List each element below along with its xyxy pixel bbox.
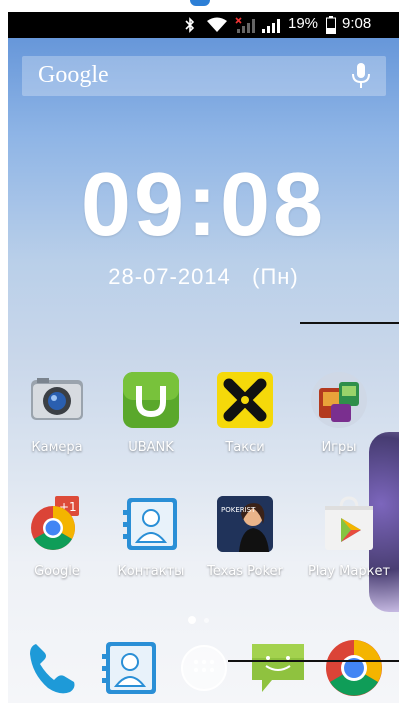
taxi-icon bbox=[215, 370, 275, 430]
app-texas-poker[interactable]: POKERIST Texas Poker bbox=[200, 494, 290, 579]
phone-icon[interactable] bbox=[22, 638, 82, 698]
camera-icon bbox=[27, 370, 87, 430]
app-ubank[interactable]: UBANK bbox=[106, 370, 196, 455]
app-label: Такси bbox=[225, 440, 265, 455]
app-label: Контакты bbox=[117, 564, 185, 579]
contacts-icon[interactable] bbox=[100, 638, 160, 698]
app-play-market[interactable]: Play Маркет bbox=[304, 494, 394, 579]
svg-text:POKERIST: POKERIST bbox=[221, 506, 256, 514]
bluetooth-icon bbox=[183, 16, 197, 34]
page-dot[interactable] bbox=[188, 616, 196, 624]
signal-icon bbox=[260, 16, 282, 34]
top-marker bbox=[190, 0, 210, 6]
app-label: Texas Poker bbox=[207, 564, 283, 579]
annotation-line bbox=[228, 660, 399, 662]
page-dot[interactable] bbox=[204, 618, 209, 623]
date-text: 28-07-2014 bbox=[108, 264, 231, 289]
app-label: Игры bbox=[321, 440, 357, 455]
app-camera[interactable]: Камера bbox=[12, 370, 102, 455]
messaging-icon[interactable] bbox=[248, 638, 308, 698]
app-taxi[interactable]: Такси bbox=[200, 370, 290, 455]
signal-no-sim-icon bbox=[235, 16, 255, 34]
microphone-icon[interactable] bbox=[350, 62, 372, 90]
play-market-icon bbox=[319, 494, 379, 554]
battery-percent: 19% bbox=[288, 15, 319, 32]
weekday-text: (Пн) bbox=[252, 264, 299, 289]
app-label: Камера bbox=[31, 440, 83, 455]
google-icon: +1 bbox=[27, 494, 87, 554]
app-drawer-icon[interactable] bbox=[178, 638, 238, 698]
games-icon bbox=[309, 370, 369, 430]
app-label: UBANK bbox=[128, 440, 174, 455]
ubank-icon bbox=[121, 370, 181, 430]
chrome-icon[interactable] bbox=[324, 638, 384, 698]
app-label: Play Маркет bbox=[307, 564, 391, 579]
annotation-line bbox=[300, 322, 399, 324]
google-search-label: Google bbox=[38, 62, 109, 88]
clock-widget-time[interactable]: 09:08 bbox=[8, 154, 399, 257]
home-screen: 19% 9:08 Google 09:08 28-07-2014 (Пн) Ка… bbox=[8, 12, 399, 703]
app-google[interactable]: +1 Google bbox=[12, 494, 102, 579]
app-games[interactable]: Игры bbox=[294, 370, 384, 455]
texas-poker-icon: POKERIST bbox=[215, 494, 275, 554]
google-search-bar[interactable]: Google bbox=[22, 56, 386, 96]
status-time: 9:08 bbox=[342, 15, 372, 32]
page-indicator bbox=[186, 616, 216, 624]
clock-widget-date: 28-07-2014 (Пн) bbox=[8, 264, 399, 290]
contacts-icon bbox=[121, 494, 181, 554]
app-label: Google bbox=[34, 564, 80, 579]
battery-icon bbox=[326, 16, 336, 34]
status-bar: 19% 9:08 bbox=[8, 12, 399, 38]
app-contacts[interactable]: Контакты bbox=[106, 494, 196, 579]
wifi-icon bbox=[205, 16, 229, 34]
